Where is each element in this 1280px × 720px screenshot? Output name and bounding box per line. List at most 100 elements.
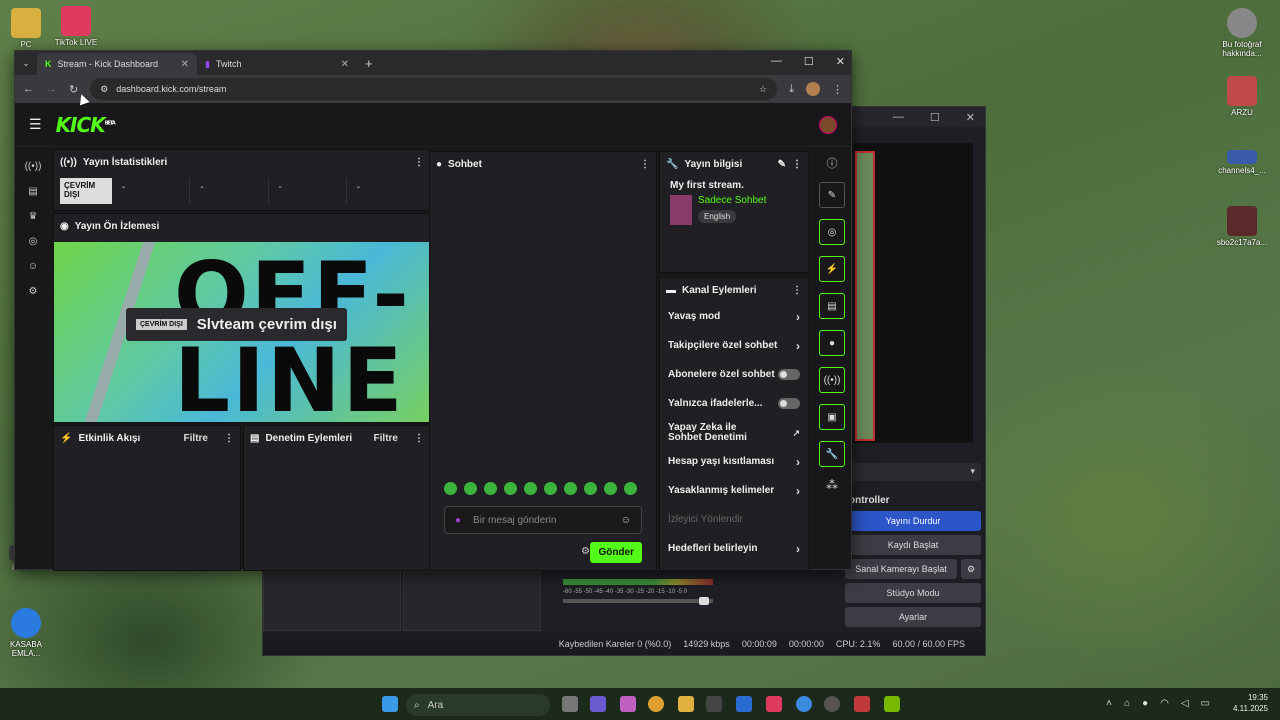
emote-icon[interactable] [504, 482, 517, 495]
stop-stream-button[interactable]: Yayını Durdur [845, 511, 981, 531]
close-icon[interactable]: ✕ [836, 55, 845, 68]
new-tab-icon[interactable]: + [357, 56, 381, 75]
subscribers-only-toggle[interactable] [778, 369, 800, 380]
reload-icon[interactable]: ↻ [69, 83, 78, 96]
send-button[interactable]: Gönder [590, 542, 642, 563]
close-icon[interactable]: ✕ [966, 111, 975, 124]
desktop-icon-channels[interactable]: channels4_... [1212, 150, 1272, 175]
broadcast-widget-icon[interactable]: ((•)) [819, 367, 845, 393]
nvidia-icon[interactable] [884, 696, 900, 712]
chevron-up-icon[interactable]: ˄ [1106, 698, 1112, 709]
studio-mode-button[interactable]: Stüdyo Modu [845, 583, 981, 603]
settings-button[interactable]: Ayarlar [845, 607, 981, 627]
stream-nav-icon[interactable]: ((•)) [25, 161, 42, 172]
maximize-icon[interactable]: ☐ [804, 55, 814, 68]
wifi-icon[interactable]: ◠ [1160, 698, 1169, 709]
banned-words-row[interactable]: Yasaklanmış kelimeler › [660, 476, 808, 505]
desktop-icon-kasaba[interactable]: KASABA EMLA... [0, 608, 56, 658]
obs-source-bounds[interactable] [855, 151, 875, 441]
bookmark-star-icon[interactable]: ☆ [759, 84, 767, 95]
edit-icon[interactable]: ✎ [778, 159, 786, 170]
close-tab-icon[interactable]: ✕ [181, 59, 189, 70]
obs-icon[interactable] [824, 696, 840, 712]
settings-nav-icon[interactable]: ⚙ [29, 286, 38, 297]
volume-icon[interactable]: ◁ [1181, 698, 1189, 709]
filter-button[interactable]: Filtre [184, 433, 208, 444]
store-icon[interactable] [706, 696, 722, 712]
browser-menu-icon[interactable]: ⋮ [832, 83, 843, 96]
emote-icon[interactable] [544, 482, 557, 495]
users-nav-icon[interactable]: ☺ [28, 261, 38, 272]
site-info-icon[interactable]: ⚙ [100, 84, 108, 95]
emote-icon[interactable] [464, 482, 477, 495]
desktop-icon-sbo[interactable]: sbo2c17a7a... [1212, 206, 1272, 247]
tiktok-icon[interactable] [766, 696, 782, 712]
dashboard-nav-icon[interactable]: ▤ [28, 186, 37, 197]
trophy-nav-icon[interactable]: ♛ [29, 211, 38, 222]
goals-row[interactable]: Hedefleri belirleyin › [660, 534, 808, 563]
emote-icon[interactable] [564, 482, 577, 495]
edge-icon[interactable] [796, 696, 812, 712]
volume-slider[interactable] [563, 597, 713, 605]
info-icon[interactable]: ⓘ [827, 155, 838, 171]
chat-message-input[interactable]: ● Bir mesaj gönderin ☺ [444, 506, 642, 534]
followers-only-row[interactable]: Takipçilere özel sohbet › [660, 331, 808, 360]
category-link[interactable]: Sadece Sohbet [698, 195, 766, 206]
emotes-only-toggle[interactable] [778, 398, 800, 409]
microphone-icon[interactable]: ● [455, 515, 461, 526]
outlook-icon[interactable] [736, 696, 752, 712]
camera-nav-icon[interactable]: ◎ [29, 236, 38, 247]
mic-icon[interactable]: ● [1142, 698, 1148, 709]
more-options-icon[interactable]: ⋮ [414, 433, 424, 444]
kick-logo[interactable]: KICKBETA [56, 113, 116, 137]
more-options-icon[interactable]: ⋮ [224, 433, 234, 444]
document-widget-icon[interactable]: ▤ [819, 293, 845, 319]
user-avatar[interactable] [819, 115, 837, 134]
task-view-icon[interactable] [562, 696, 578, 712]
tab-twitch[interactable]: ▮ Twitch ✕ [197, 53, 357, 75]
network-icon[interactable]: ⌂ [1124, 698, 1130, 709]
more-options-icon[interactable]: ⋮ [414, 157, 424, 168]
obs-dropdown[interactable]: ▾ [849, 463, 981, 481]
start-button-icon[interactable] [382, 696, 398, 712]
ai-moderation-row[interactable]: Yapay Zeka ile Sohbet Denetimi ↗ [660, 418, 808, 447]
maximize-icon[interactable]: ☐ [930, 111, 940, 124]
chat-widget-icon[interactable]: ● [819, 330, 845, 356]
close-tab-icon[interactable]: ✕ [341, 59, 349, 70]
back-icon[interactable]: ← [23, 83, 34, 95]
forward-icon[interactable]: → [46, 83, 57, 95]
camera-widget-icon[interactable]: ◎ [819, 219, 845, 245]
emoji-picker-icon[interactable]: ☺ [621, 515, 631, 526]
emote-icon[interactable] [584, 482, 597, 495]
desktop-icon-tiktok[interactable]: TikTok LIVE [46, 6, 106, 47]
start-virtual-camera-button[interactable]: Sanal Kamerayı Başlat [845, 559, 957, 579]
taskbar-search[interactable]: ⌕ Ara [406, 694, 550, 716]
emote-icon[interactable] [524, 482, 537, 495]
edit-panel-icon[interactable]: ✎ [819, 182, 845, 208]
lightning-widget-icon[interactable]: ⚡ [819, 256, 845, 282]
file-explorer-icon[interactable] [678, 696, 694, 712]
emote-icon[interactable] [604, 482, 617, 495]
chat-settings-icon[interactable]: ⚙ [581, 546, 590, 557]
minimize-icon[interactable]: — [893, 111, 904, 123]
more-options-icon[interactable]: ⋮ [792, 159, 802, 170]
clock[interactable]: 19:35 4.11.2025 [1233, 692, 1268, 714]
emote-icon[interactable] [624, 482, 637, 495]
download-icon[interactable]: ⤓ [789, 83, 794, 96]
hamburger-menu-icon[interactable]: ☰ [29, 116, 42, 133]
app-icon[interactable] [854, 696, 870, 712]
teams-icon[interactable] [590, 696, 606, 712]
virtual-camera-settings-icon[interactable]: ⚙ [961, 559, 981, 579]
wrench-widget-icon[interactable]: 🔧 [819, 441, 845, 467]
tab-search-icon[interactable]: ⌄ [15, 58, 37, 75]
account-age-row[interactable]: Hesap yaşı kısıtlaması › [660, 447, 808, 476]
more-options-icon[interactable]: ⋮ [792, 285, 802, 296]
start-recording-button[interactable]: Kaydı Başlat [845, 535, 981, 555]
chrome-icon[interactable] [648, 696, 664, 712]
desktop-icon-arzu[interactable]: ARZU [1212, 76, 1272, 117]
minimize-icon[interactable]: — [771, 55, 782, 68]
copilot-icon[interactable] [620, 696, 636, 712]
emote-icon[interactable] [484, 482, 497, 495]
emote-icon[interactable] [444, 482, 457, 495]
profile-avatar[interactable] [806, 82, 820, 96]
